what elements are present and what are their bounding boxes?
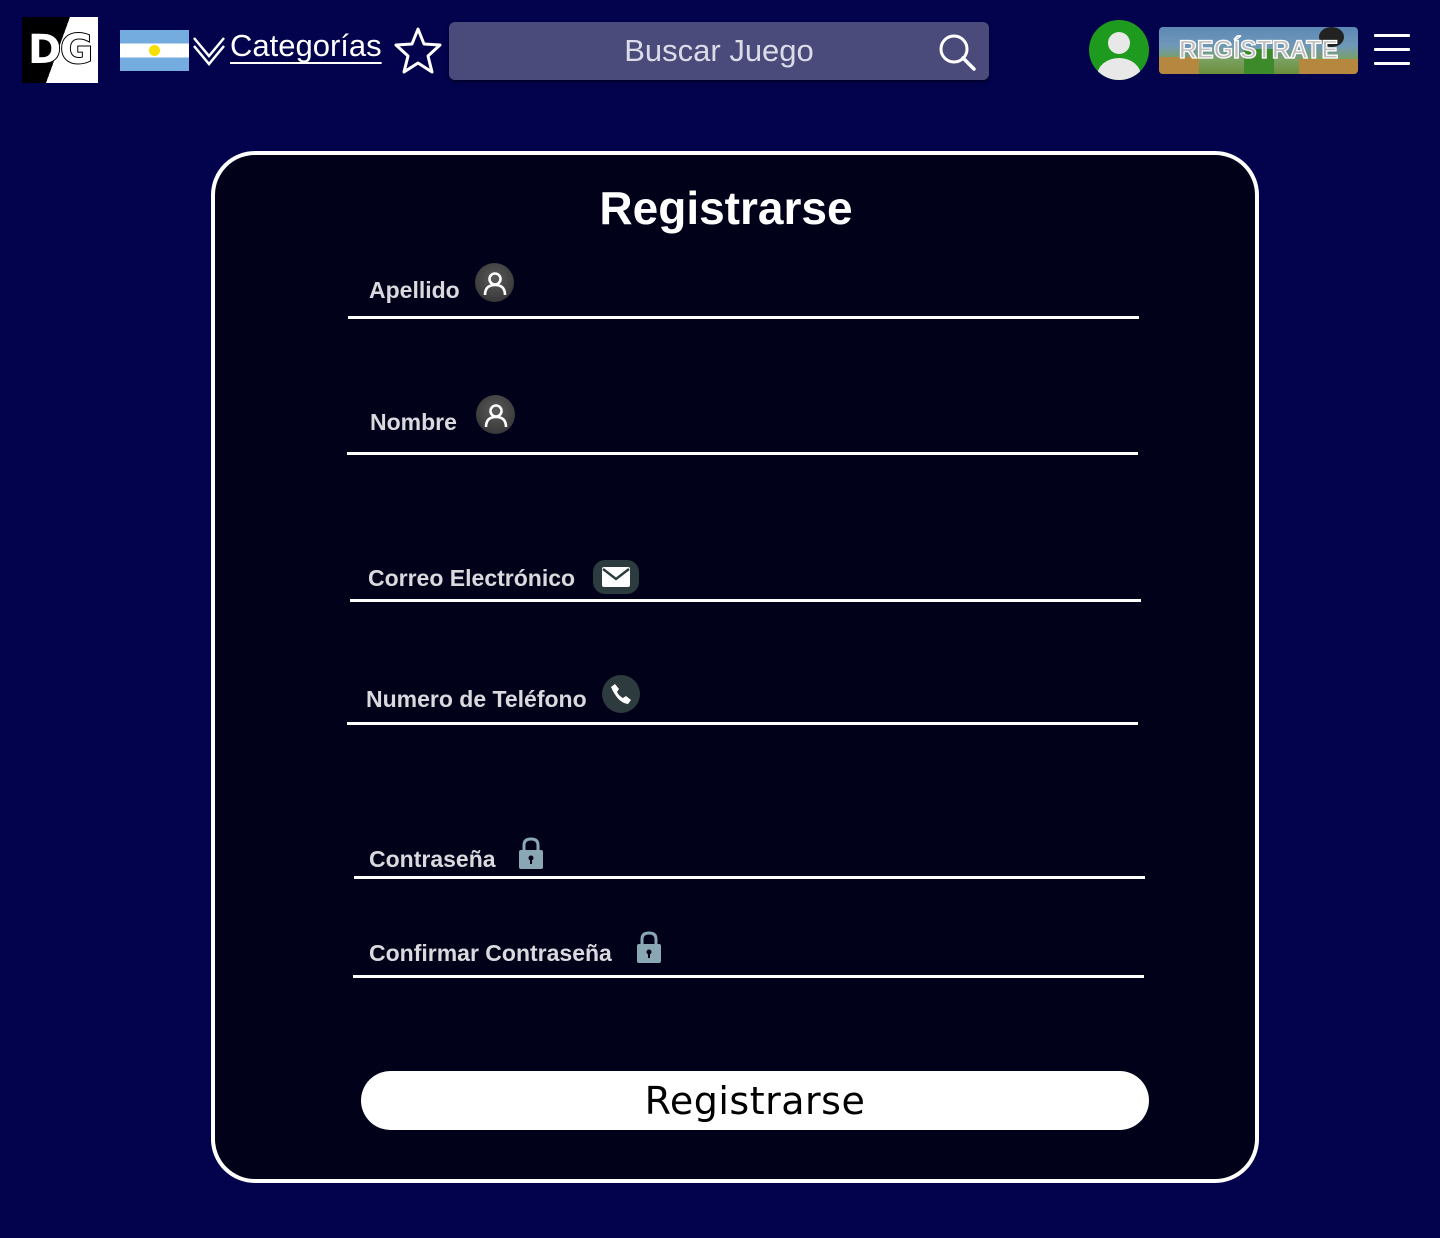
first-name-input-line[interactable] xyxy=(347,452,1138,455)
search-bar xyxy=(449,22,989,80)
registration-card: Registrarse Apellido Nombre Correo Elect… xyxy=(211,151,1259,1183)
user-avatar[interactable] xyxy=(1089,20,1149,80)
password-input-line[interactable] xyxy=(354,876,1145,879)
site-logo[interactable]: DG xyxy=(22,17,98,83)
mail-icon xyxy=(593,560,639,594)
phone-icon xyxy=(602,675,640,713)
last-name-label: Apellido xyxy=(369,277,460,303)
search-input[interactable] xyxy=(449,22,989,80)
top-navigation-bar: DG Categorías REGÍSTRATE xyxy=(0,0,1440,100)
email-label: Correo Electrónico xyxy=(368,565,576,591)
register-submit-button[interactable]: Registrarse xyxy=(361,1071,1149,1130)
chevron-down-icon[interactable] xyxy=(192,32,226,66)
argentina-flag-icon[interactable] xyxy=(120,30,189,71)
confirm-password-label: Confirmar Contraseña xyxy=(369,940,612,966)
phone-label: Numero de Teléfono xyxy=(366,686,587,712)
email-input-line[interactable] xyxy=(350,599,1141,602)
phone-input-line[interactable] xyxy=(347,722,1138,725)
user-silhouette-icon xyxy=(1097,32,1141,80)
lock-icon xyxy=(519,837,543,869)
lock-icon xyxy=(637,931,661,963)
password-label: Contraseña xyxy=(369,846,496,872)
search-icon[interactable] xyxy=(937,32,977,72)
last-name-input-line[interactable] xyxy=(348,316,1139,319)
form-title: Registrarse xyxy=(599,182,853,234)
user-icon xyxy=(476,395,515,434)
categories-link[interactable]: Categorías xyxy=(230,28,382,64)
site-logo-text: DG xyxy=(27,26,94,74)
confirm-password-input-line[interactable] xyxy=(353,975,1144,978)
user-icon xyxy=(475,263,514,302)
hamburger-menu-icon[interactable] xyxy=(1374,34,1412,68)
favorites-star-icon[interactable] xyxy=(393,26,443,76)
register-banner-button[interactable]: REGÍSTRATE xyxy=(1159,27,1358,74)
register-banner-label: REGÍSTRATE xyxy=(1178,35,1339,64)
first-name-label: Nombre xyxy=(370,409,457,435)
